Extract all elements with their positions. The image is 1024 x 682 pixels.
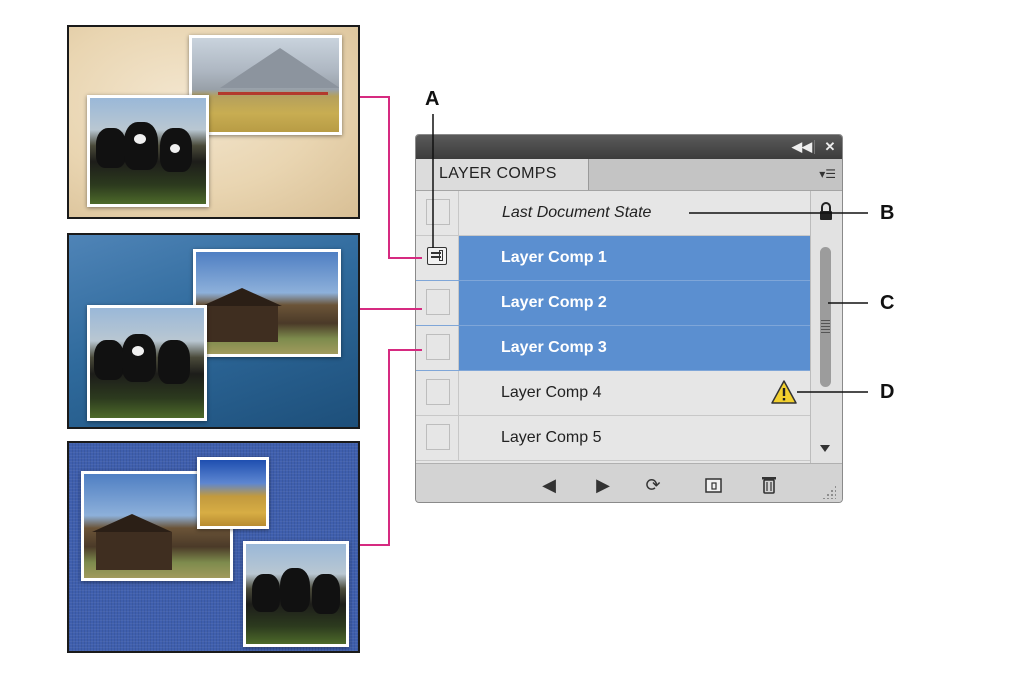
apply-column[interactable] <box>416 281 459 325</box>
callout-c: C <box>880 292 895 314</box>
apply-column[interactable] <box>416 236 459 280</box>
apply-column[interactable] <box>416 326 459 370</box>
trash-icon[interactable] <box>758 474 780 496</box>
composition-thumbnail-1 <box>67 25 360 219</box>
cows-photo <box>87 95 209 207</box>
layer-comps-panel: ◀◀ ✕ LAYER COMPS ▾☰ Last Document State … <box>415 134 843 503</box>
scroll-grip-icon <box>821 319 830 333</box>
tab-label: LAYER COMPS <box>439 165 557 182</box>
row-layer-comp-3[interactable]: Layer Comp 3 <box>416 326 810 371</box>
apply-column[interactable] <box>416 416 459 460</box>
new-comp-icon[interactable] <box>702 474 724 496</box>
row-label: Layer Comp 3 <box>501 339 607 356</box>
apply-column[interactable] <box>416 191 459 235</box>
row-layer-comp-5[interactable]: Layer Comp 5 <box>416 416 810 461</box>
apply-column[interactable] <box>416 371 459 415</box>
lock-icon <box>820 202 832 220</box>
panel-titlebar: ◀◀ ✕ <box>416 135 842 159</box>
apply-box[interactable] <box>426 379 450 405</box>
resize-grip-icon[interactable] <box>822 485 836 499</box>
row-label: Layer Comp 2 <box>501 294 607 311</box>
apply-box[interactable] <box>426 289 450 315</box>
hill-photo <box>197 457 269 529</box>
next-comp-icon[interactable]: ▶ <box>592 474 614 496</box>
row-layer-comp-2[interactable]: Layer Comp 2 <box>416 281 810 326</box>
row-label: Last Document State <box>502 204 652 221</box>
mountain-photo <box>189 35 342 135</box>
composition-thumbnail-3 <box>67 441 360 653</box>
cows-photo <box>243 541 349 647</box>
scroll-track[interactable] <box>818 247 834 447</box>
row-label: Layer Comp 4 <box>501 384 602 401</box>
barn-photo <box>193 249 341 357</box>
panel-tab-strip: LAYER COMPS ▾☰ <box>416 159 842 191</box>
scrollbar[interactable] <box>810 191 842 463</box>
apply-box[interactable] <box>426 334 450 360</box>
row-label: Layer Comp 1 <box>501 249 607 266</box>
apply-box[interactable] <box>426 424 450 450</box>
collapse-icon[interactable]: ◀◀ <box>792 138 812 156</box>
panel-menu-icon[interactable]: ▾☰ <box>810 165 836 183</box>
apply-box[interactable] <box>426 199 450 225</box>
row-last-document-state[interactable]: Last Document State <box>416 191 810 236</box>
cows-photo <box>87 305 207 421</box>
row-layer-comp-4[interactable]: Layer Comp 4 <box>416 371 810 416</box>
warning-icon[interactable] <box>771 380 797 404</box>
callout-d: D <box>880 381 895 403</box>
panel-footer: ◀ ▶ ⟳ <box>416 463 842 502</box>
applied-comp-icon[interactable] <box>427 247 447 265</box>
scroll-thumb[interactable] <box>820 247 831 387</box>
previous-comp-icon[interactable]: ◀ <box>538 474 560 496</box>
composition-thumbnail-2 <box>67 233 360 429</box>
row-layer-comp-1[interactable]: Layer Comp 1 <box>416 236 810 281</box>
titlebar-divider <box>814 140 815 154</box>
row-label: Layer Comp 5 <box>501 429 602 446</box>
close-icon[interactable]: ✕ <box>821 138 839 156</box>
callout-b: B <box>880 202 895 224</box>
scroll-down-icon[interactable] <box>820 445 830 452</box>
callout-a: A <box>425 88 440 110</box>
layer-comps-list: Last Document State Layer Comp 1 Layer C… <box>416 191 810 463</box>
tab-layer-comps[interactable]: LAYER COMPS <box>416 159 589 190</box>
update-comp-icon[interactable]: ⟳ <box>642 474 664 496</box>
